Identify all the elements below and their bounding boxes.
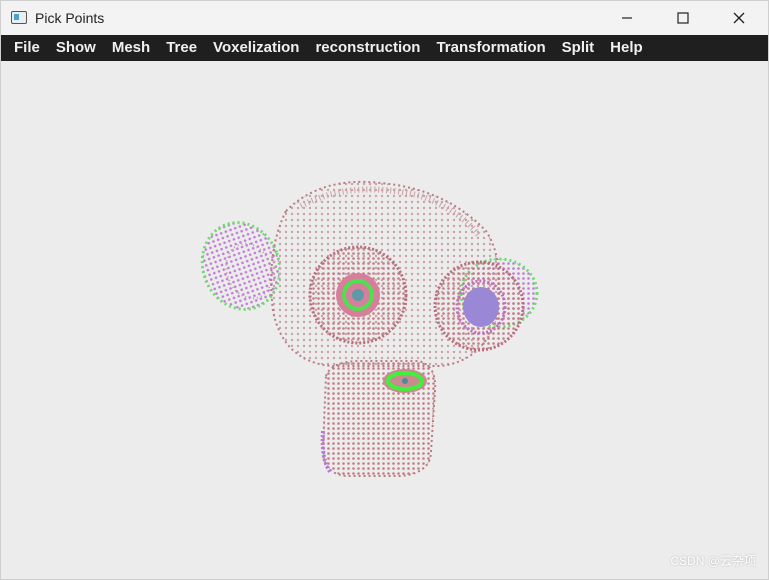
title-bar[interactable]: Pick Points [1,1,768,35]
menu-show[interactable]: Show [50,35,106,61]
maximize-icon [677,12,689,24]
menu-split[interactable]: Split [556,35,605,61]
menu-voxelization[interactable]: Voxelization [207,35,309,61]
left-eye [308,245,408,345]
watermark-text: CSDN @云杂项 [670,554,756,568]
minimize-button[interactable] [604,1,650,35]
menu-tree[interactable]: Tree [160,35,207,61]
menu-mesh[interactable]: Mesh [106,35,160,61]
right-eye [433,260,525,352]
menu-file[interactable]: File [1,35,50,61]
minimize-icon [622,17,632,19]
app-window-icon [11,11,27,24]
app-window: Pick Points File Show Mesh Tree Voxeliza… [0,0,769,580]
maximize-button[interactable] [660,1,706,35]
menu-help[interactable]: Help [604,35,653,61]
menu-bar: File Show Mesh Tree Voxelization reconst… [1,35,768,61]
close-button[interactable] [716,1,762,35]
neck [320,360,437,477]
close-icon [733,12,745,24]
3d-viewport[interactable]: CSDN @云杂项 [1,61,768,579]
menu-transformation[interactable]: Transformation [430,35,555,61]
window-title: Pick Points [35,10,105,26]
menu-reconstruction[interactable]: reconstruction [309,35,430,61]
point-cloud-model[interactable] [1,61,768,579]
